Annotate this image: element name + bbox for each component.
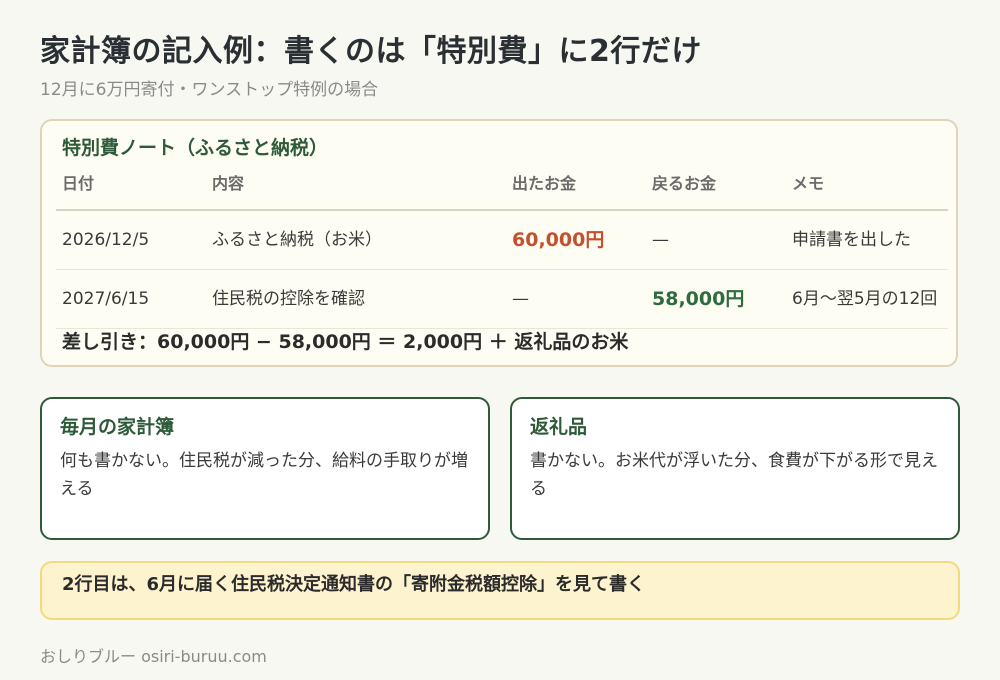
row-content: 住民税の控除を確認: [212, 289, 365, 309]
header-money-out: 出たお金: [512, 174, 577, 193]
page-subtitle: 12月に6万円寄付・ワンストップ特例の場合: [40, 80, 379, 100]
row-money-in: —: [652, 230, 669, 250]
footer-credit: おしりブルー osiri-buruu.com: [40, 647, 267, 666]
special-expense-note: 特別費ノート（ふるさと納税） 日付 内容 出たお金 戻るお金 メモ 2026/1…: [40, 119, 958, 367]
card-body: 書かない。お米代が浮いた分、食費が下がる形で見える: [530, 451, 938, 499]
row-memo: 6月～翌5月の12回: [792, 289, 938, 309]
page-title: 家計簿の記入例：書くのは「特別費」に2行だけ: [40, 34, 702, 69]
card-body: 何も書かない。住民税が減った分、給料の手取りが増える: [60, 451, 468, 499]
tip-callout: 2行目は、6月に届く住民税決定通知書の「寄附金税額控除」を見て書く: [40, 561, 960, 620]
header-date: 日付: [62, 174, 95, 193]
row-money-out: 60,000円: [512, 229, 605, 251]
table-row: 2027/6/15 住民税の控除を確認 — 58,000円 6月～翌5月の12回: [56, 270, 948, 329]
row-date: 2026/12/5: [62, 230, 150, 250]
row-date: 2027/6/15: [62, 289, 150, 309]
header-content: 内容: [212, 174, 245, 193]
header-memo: メモ: [792, 174, 825, 193]
difference-summary: 差し引き：60,000円 − 58,000円 ＝ 2,000円 ＋ 返礼品のお米: [62, 331, 629, 353]
row-content: ふるさと納税（お米）: [212, 230, 382, 250]
card-title: 返礼品: [530, 416, 588, 438]
header-money-in: 戻るお金: [652, 174, 717, 193]
table-header-row: 日付 内容 出たお金 戻るお金 メモ: [56, 167, 948, 211]
expense-table: 日付 内容 出たお金 戻るお金 メモ 2026/12/5 ふるさと納税（お米） …: [56, 167, 948, 329]
return-gift-card: 返礼品 書かない。お米代が浮いた分、食費が下がる形で見える: [510, 397, 960, 540]
row-money-in: 58,000円: [652, 288, 745, 310]
row-money-out: —: [512, 289, 529, 309]
note-title: 特別費ノート（ふるさと納税）: [62, 137, 329, 159]
monthly-ledger-card: 毎月の家計簿 何も書かない。住民税が減った分、給料の手取りが増える: [40, 397, 490, 540]
table-row: 2026/12/5 ふるさと納税（お米） 60,000円 — 申請書を出した: [56, 211, 948, 270]
card-title: 毎月の家計簿: [60, 416, 175, 438]
row-memo: 申請書を出した: [792, 230, 911, 250]
